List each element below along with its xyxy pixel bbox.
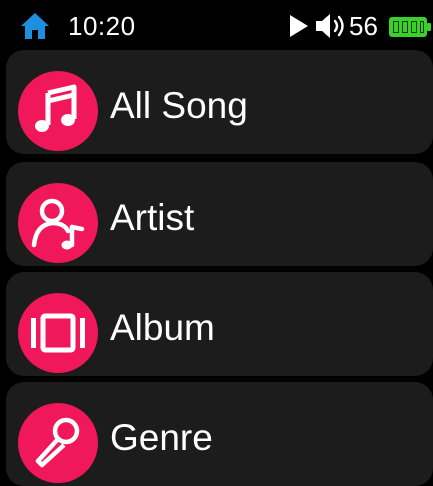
volume-icon (316, 14, 344, 38)
microphone-icon (35, 417, 80, 468)
menu-item-label: All Song (110, 85, 248, 126)
volume-level: 56 (349, 11, 378, 41)
menu-item-all-song[interactable]: All Song (6, 50, 433, 154)
menu-item-genre[interactable]: Genre (6, 382, 433, 486)
music-note-icon (35, 84, 77, 132)
battery-icon (389, 17, 431, 37)
artist-icon (31, 198, 85, 250)
album-icon (31, 313, 85, 353)
menu-item-label: Genre (110, 417, 213, 458)
badge (18, 71, 98, 151)
badge (18, 403, 98, 483)
menu-item-label: Artist (110, 197, 195, 238)
menu-item-label: Album (110, 307, 215, 348)
menu-item-album[interactable]: Album (6, 272, 433, 376)
home-icon[interactable] (20, 11, 50, 41)
badge (18, 293, 98, 373)
badge (18, 183, 98, 263)
menu-item-artist[interactable]: Artist (6, 162, 433, 266)
play-icon (290, 15, 308, 37)
status-bar: 10:20 56 (0, 0, 433, 50)
clock-time: 10:20 (68, 11, 136, 41)
